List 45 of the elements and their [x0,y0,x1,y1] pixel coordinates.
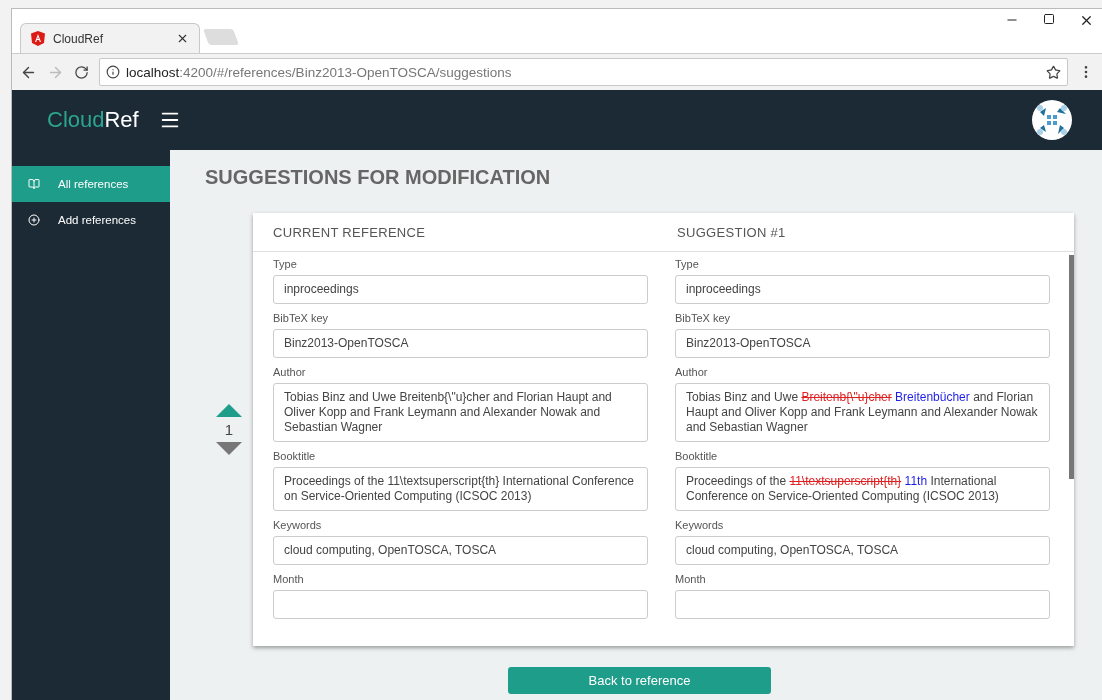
book-icon [28,178,40,190]
field-label: BibTeX key [273,312,330,324]
field-label: Author [675,366,709,378]
field-label: Month [273,573,305,585]
value-field[interactable]: Proceedings of the 11\textsuperscript{th} International Conference on Service-Oriented Computing (ICSOC 2013) [273,467,648,511]
field-label: Booktitle [273,450,317,462]
star-icon[interactable] [1046,64,1061,80]
info-icon [106,65,120,79]
column-title: SUGGESTION #1 [677,224,787,240]
page-title: SUGGESTIONS FOR MODIFICATION [205,166,552,189]
value-field[interactable]: cloud computing, OpenTOSCA, TOSCA [273,536,648,565]
field-label: Month [675,573,707,585]
value-field[interactable]: Binz2013-OpenTOSCA [675,329,1050,358]
upvote-icon[interactable] [216,404,242,417]
plus-icon [28,214,40,226]
value-field[interactable] [675,590,1050,619]
browser-tab[interactable]: CloudRef [20,23,200,53]
downvote-icon[interactable] [216,442,242,455]
value-field[interactable] [273,590,648,619]
value-field[interactable]: inproceedings [273,275,648,304]
field-label: Author [273,366,307,378]
value-field[interactable]: Proceedings of the 11\textsuperscript{th} 11th International Conference on Service-Oriented Computing (ICSOC 2013) [675,467,1050,511]
avatar-icon[interactable] [1032,100,1072,140]
field-label: Keywords [273,519,323,531]
column-title: CURRENT REFERENCE [273,224,427,240]
sidebar-item[interactable]: Add references [12,202,170,238]
shield-logo-icon [31,31,45,46]
close-icon[interactable] [1079,13,1094,28]
value-field[interactable]: Tobias Binz and Uwe Breitenb{\"u}cher and Florian Haupt and Oliver Kopp and Frank Leymann and Alexander Nowak and Sebastian Wagner [273,383,648,442]
reload-icon[interactable] [74,64,89,80]
value-field[interactable]: Tobias Binz and Uwe Breitenb{\"u}cher Breitenbücher and Florian Haupt and Oliver Kopp and Frank Leymann and Alexander Nowak and Sebastian Wagner [675,383,1050,442]
close-icon[interactable] [176,32,189,45]
field-label: Type [675,258,700,270]
field-label: Booktitle [675,450,719,462]
vote-count: 1 [224,421,234,438]
maximize-icon[interactable] [1043,13,1055,25]
field-label: Type [273,258,298,270]
value-field[interactable]: cloud computing, OpenTOSCA, TOSCA [675,536,1050,565]
field-label: BibTeX key [675,312,732,324]
value-field[interactable]: inproceedings [675,275,1050,304]
address-bar[interactable]: localhost:4200/#/references/Binz2013-OpenTOSCA/suggestions [99,58,1068,86]
value-field[interactable]: Binz2013-OpenTOSCA [273,329,648,358]
scrollbar[interactable] [1069,255,1074,479]
app-logo: CloudRef [47,107,139,133]
field-label: Keywords [675,519,725,531]
